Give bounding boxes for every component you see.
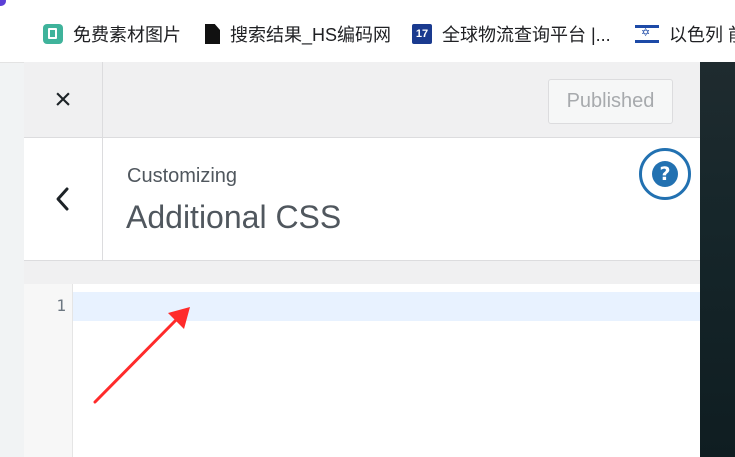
close-icon: × xyxy=(54,82,72,116)
help-icon: ? xyxy=(652,161,678,187)
back-button[interactable] xyxy=(24,138,103,260)
bookmark-hs-code[interactable]: 搜索结果_HS编码网 xyxy=(205,22,391,46)
customizer-panel: × Published Customizing Additional CSS ?… xyxy=(24,62,700,457)
customizer-header: × Published xyxy=(24,62,700,138)
line-number: 1 xyxy=(56,296,66,315)
bookmark-label: 搜索结果_HS编码网 xyxy=(230,25,392,45)
file-icon xyxy=(205,24,220,44)
line-gutter: 1 xyxy=(24,284,73,457)
image-icon xyxy=(43,24,63,44)
israel-flag-icon xyxy=(635,25,659,43)
close-button[interactable]: × xyxy=(24,62,103,137)
bookmark-label: 免费素材图片 xyxy=(73,25,181,45)
active-line[interactable] xyxy=(73,292,700,321)
bookmarks-bar: 免费素材图片 搜索结果_HS编码网 17 全球物流查询平台 |... 以色列 前 xyxy=(0,0,735,63)
breadcrumb: Customizing xyxy=(127,165,238,187)
section-header: Customizing Additional CSS ? xyxy=(24,138,700,261)
publish-button[interactable]: Published xyxy=(548,79,673,124)
17track-icon: 17 xyxy=(412,24,432,44)
page-title: Additional CSS xyxy=(126,199,342,235)
css-editor[interactable]: 1 xyxy=(24,284,700,457)
bookmark-label: 以色列 前 xyxy=(669,25,735,45)
profile-dot xyxy=(0,0,6,6)
bookmark-free-images[interactable]: 免费素材图片 xyxy=(43,22,181,46)
bookmark-logistics[interactable]: 17 全球物流查询平台 |... xyxy=(412,22,611,46)
bookmark-label: 全球物流查询平台 |... xyxy=(442,25,611,45)
help-button[interactable]: ? xyxy=(639,148,691,200)
site-preview xyxy=(700,62,735,457)
bookmark-israel[interactable]: 以色列 前 xyxy=(635,22,735,46)
chevron-left-icon xyxy=(56,187,69,211)
